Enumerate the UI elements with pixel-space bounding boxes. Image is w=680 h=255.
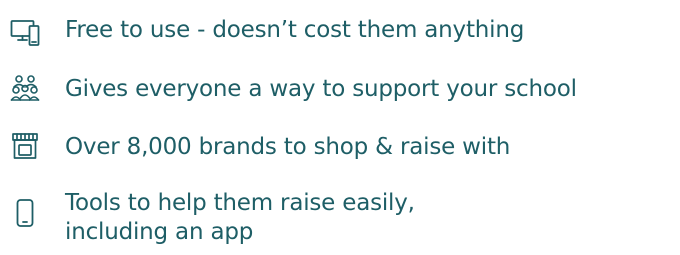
computer-monitor-icon bbox=[10, 18, 40, 48]
shop-storefront-icon bbox=[10, 131, 40, 161]
feature-text: Gives everyone a way to support your sch… bbox=[65, 76, 577, 102]
group-of-people-icon bbox=[10, 73, 40, 103]
feature-list: Free to use - doesn’t cost them anything… bbox=[0, 0, 680, 255]
mobile-phone-icon bbox=[10, 198, 40, 228]
feature-text: Tools to help them raise easily, includi… bbox=[65, 189, 415, 247]
feature-text-line: including an app bbox=[65, 219, 254, 245]
feature-text-line: Tools to help them raise easily, bbox=[65, 190, 415, 216]
feature-text: Over 8,000 brands to shop & raise with bbox=[65, 134, 511, 160]
feature-text: Free to use - doesn’t cost them anything bbox=[65, 17, 525, 43]
